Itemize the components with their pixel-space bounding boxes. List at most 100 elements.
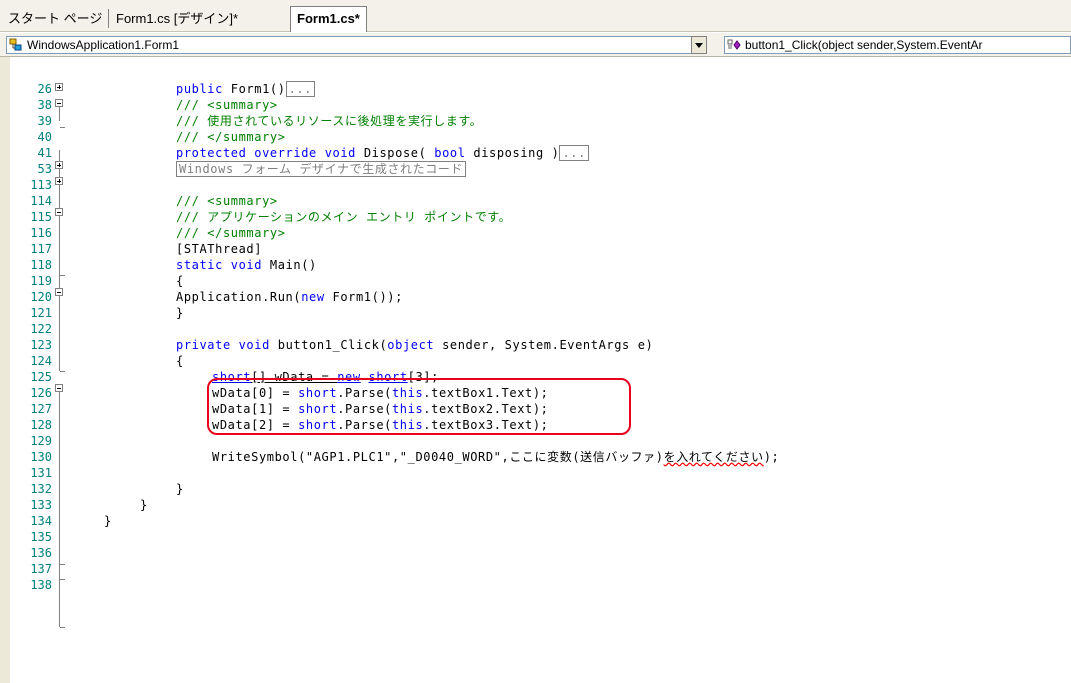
- line-number: 114: [30, 194, 52, 208]
- line-number: 113: [30, 178, 52, 192]
- expand-icon[interactable]: [55, 83, 63, 91]
- line-number: 26: [37, 82, 52, 96]
- line-number: 53: [37, 162, 52, 176]
- line-number: 41: [37, 146, 52, 160]
- code-line[interactable]: private void button1_Click(object sender…: [176, 339, 653, 351]
- keyword: bool: [434, 146, 466, 160]
- collapsed-block[interactable]: ...: [285, 81, 316, 97]
- line-number: 116: [30, 226, 52, 240]
- keyword: new: [301, 290, 325, 304]
- collapsed-region[interactable]: Windows フォーム デザイナで生成されたコード: [176, 161, 467, 177]
- line-number: 122: [30, 322, 52, 336]
- expand-icon[interactable]: [55, 177, 63, 185]
- code-line[interactable]: }: [176, 307, 184, 319]
- line-number: 129: [30, 434, 52, 448]
- code-line[interactable]: /// アプリケーションのメイン エントリ ポイントです。: [176, 211, 511, 223]
- code-line[interactable]: /// 使用されているリソースに後処理を実行します。: [176, 115, 482, 127]
- line-number: 132: [30, 482, 52, 496]
- line-number: 117: [30, 242, 52, 256]
- line-number: 121: [30, 306, 52, 320]
- code-line[interactable]: }: [104, 515, 112, 527]
- code-editor[interactable]: 26 38 39 40 41 53 113 114 115 116 117 11…: [0, 57, 1071, 683]
- code-line[interactable]: {: [176, 355, 184, 367]
- outline-guide: [59, 391, 60, 627]
- line-number: 136: [30, 546, 52, 560]
- outline-end-tick: [60, 627, 65, 628]
- code-text: button1_Click(: [269, 338, 388, 352]
- document-tab-bar: スタート ページ Form1.cs [デザイン]* Form1.cs*: [0, 0, 1071, 32]
- collapse-icon[interactable]: [55, 208, 63, 216]
- code-line[interactable]: [STAThread]: [176, 243, 262, 255]
- code-line[interactable]: Application.Run(new Form1());: [176, 291, 403, 303]
- keyword: private: [176, 338, 231, 352]
- expand-icon[interactable]: [55, 161, 63, 169]
- code-text: Form1());: [324, 290, 403, 304]
- keyword: void: [324, 146, 356, 160]
- code-text: Main(): [262, 258, 317, 272]
- class-selector[interactable]: WindowsApplication1.Form1: [6, 36, 706, 54]
- code-line[interactable]: }: [176, 483, 184, 495]
- tab-form1-design[interactable]: Form1.cs [デザイン]*: [116, 8, 238, 30]
- line-number: 120: [30, 290, 52, 304]
- code-line[interactable]: protected override void Dispose( bool di…: [176, 145, 589, 161]
- tab-form1-code[interactable]: Form1.cs*: [290, 6, 367, 32]
- code-line[interactable]: public Form1()...: [176, 81, 316, 97]
- code-line[interactable]: /// <summary>: [176, 195, 278, 207]
- line-number: 133: [30, 498, 52, 512]
- code-navigation-bar: WindowsApplication1.Form1 button1_Click(…: [0, 33, 1071, 57]
- member-selector[interactable]: button1_Click(object sender,System.Event…: [724, 36, 1071, 54]
- keyword: static: [176, 258, 223, 272]
- keyword: object: [387, 338, 435, 352]
- line-number: 118: [30, 258, 52, 272]
- code-line[interactable]: Windows フォーム デザイナで生成されたコード: [176, 161, 467, 177]
- code-text: sender, System.EventArgs e): [434, 338, 654, 352]
- line-number: 126: [30, 386, 52, 400]
- collapsed-block[interactable]: ...: [559, 145, 589, 161]
- line-number: 123: [30, 338, 52, 352]
- keyword: public: [176, 82, 223, 96]
- line-number: 39: [37, 114, 52, 128]
- margin-gap: [10, 57, 12, 683]
- code-text: disposing ): [465, 146, 560, 160]
- line-number: 137: [30, 562, 52, 576]
- line-number: 138: [30, 578, 52, 592]
- outline-end-tick: [60, 275, 65, 276]
- line-number: 130: [30, 450, 52, 464]
- outline-end-tick: [60, 579, 65, 580]
- code-line[interactable]: static void Main(): [176, 259, 317, 271]
- code-line[interactable]: /// </summary>: [176, 131, 286, 143]
- class-dropdown-button[interactable]: [691, 36, 707, 54]
- keyword: protected: [176, 146, 247, 160]
- code-line[interactable]: }: [140, 499, 148, 511]
- code-text: WriteSymbol("AGP1.PLC1","_D0040_WORD",ここ…: [212, 450, 664, 464]
- chevron-down-icon: [695, 43, 703, 48]
- line-number: 115: [30, 210, 52, 224]
- code-line[interactable]: WriteSymbol("AGP1.PLC1","_D0040_WORD",ここ…: [212, 451, 779, 463]
- code-line[interactable]: /// </summary>: [176, 227, 286, 239]
- member-selector-value: button1_Click(object sender,System.Event…: [745, 38, 983, 52]
- code-text: Application.Run(: [176, 290, 302, 304]
- code-line[interactable]: /// <summary>: [176, 99, 278, 111]
- code-line[interactable]: {: [176, 275, 184, 287]
- line-number: 125: [30, 370, 52, 384]
- class-icon: [9, 38, 23, 52]
- code-text: Dispose(: [356, 146, 435, 160]
- tab-start-page[interactable]: スタート ページ: [8, 8, 102, 30]
- keyword: void: [230, 258, 263, 272]
- syntax-error-text: を入れてください: [663, 450, 764, 464]
- highlight-annotation: [207, 378, 631, 435]
- line-number: 128: [30, 418, 52, 432]
- collapse-icon[interactable]: [55, 288, 63, 296]
- line-number: 127: [30, 402, 52, 416]
- collapse-icon[interactable]: [55, 99, 63, 107]
- line-number: 124: [30, 354, 52, 368]
- line-number: 134: [30, 514, 52, 528]
- method-icon: [727, 38, 741, 52]
- keyword: void: [238, 338, 270, 352]
- line-number: 131: [30, 466, 52, 480]
- outline-end-tick: [60, 127, 65, 128]
- line-number: 135: [30, 530, 52, 544]
- keyword: override: [254, 146, 317, 160]
- collapse-icon[interactable]: [55, 384, 63, 392]
- line-number: 40: [37, 130, 52, 144]
